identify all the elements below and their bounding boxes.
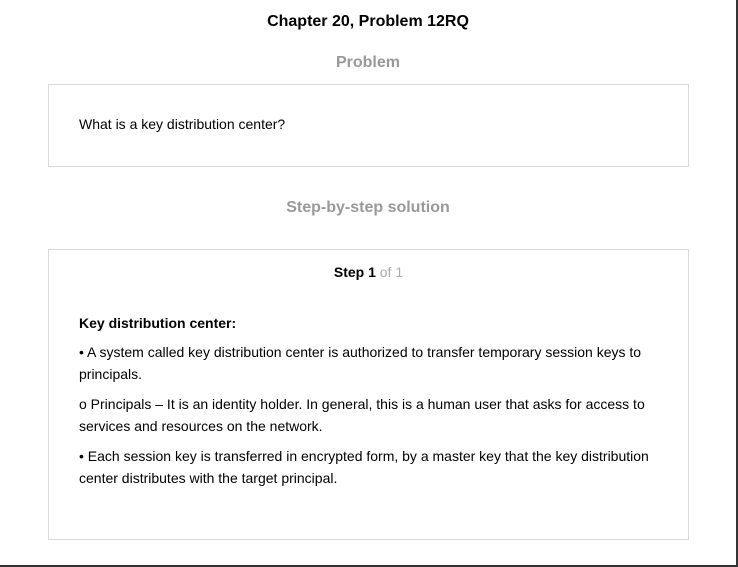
problem-heading: Problem bbox=[335, 54, 400, 71]
problem-text: What is a key distribution center? bbox=[79, 116, 286, 132]
content-heading: Key distribution center: bbox=[79, 315, 237, 331]
problem-box: What is a key distribution center? bbox=[48, 84, 689, 167]
content-paragraph: o Principals – It is an identity holder.… bbox=[79, 396, 645, 434]
step-content: Key distribution center: • A system call… bbox=[79, 312, 664, 497]
step-label: Step 1 bbox=[333, 264, 376, 280]
content-paragraph: • A system called key distribution cente… bbox=[79, 344, 642, 382]
page-title: Chapter 20, Problem 12RQ bbox=[267, 13, 469, 30]
solution-heading: Step-by-step solution bbox=[286, 199, 450, 216]
step-header: Step 1 of 1 bbox=[49, 263, 688, 281]
page: { "page_title": "Chapter 20, Problem 12R… bbox=[0, 0, 738, 567]
step-count: of 1 bbox=[379, 264, 404, 280]
solution-box: Step 1 of 1 Key distribution center: • A… bbox=[48, 249, 689, 540]
content-paragraph: • Each session key is transferred in enc… bbox=[79, 448, 649, 486]
